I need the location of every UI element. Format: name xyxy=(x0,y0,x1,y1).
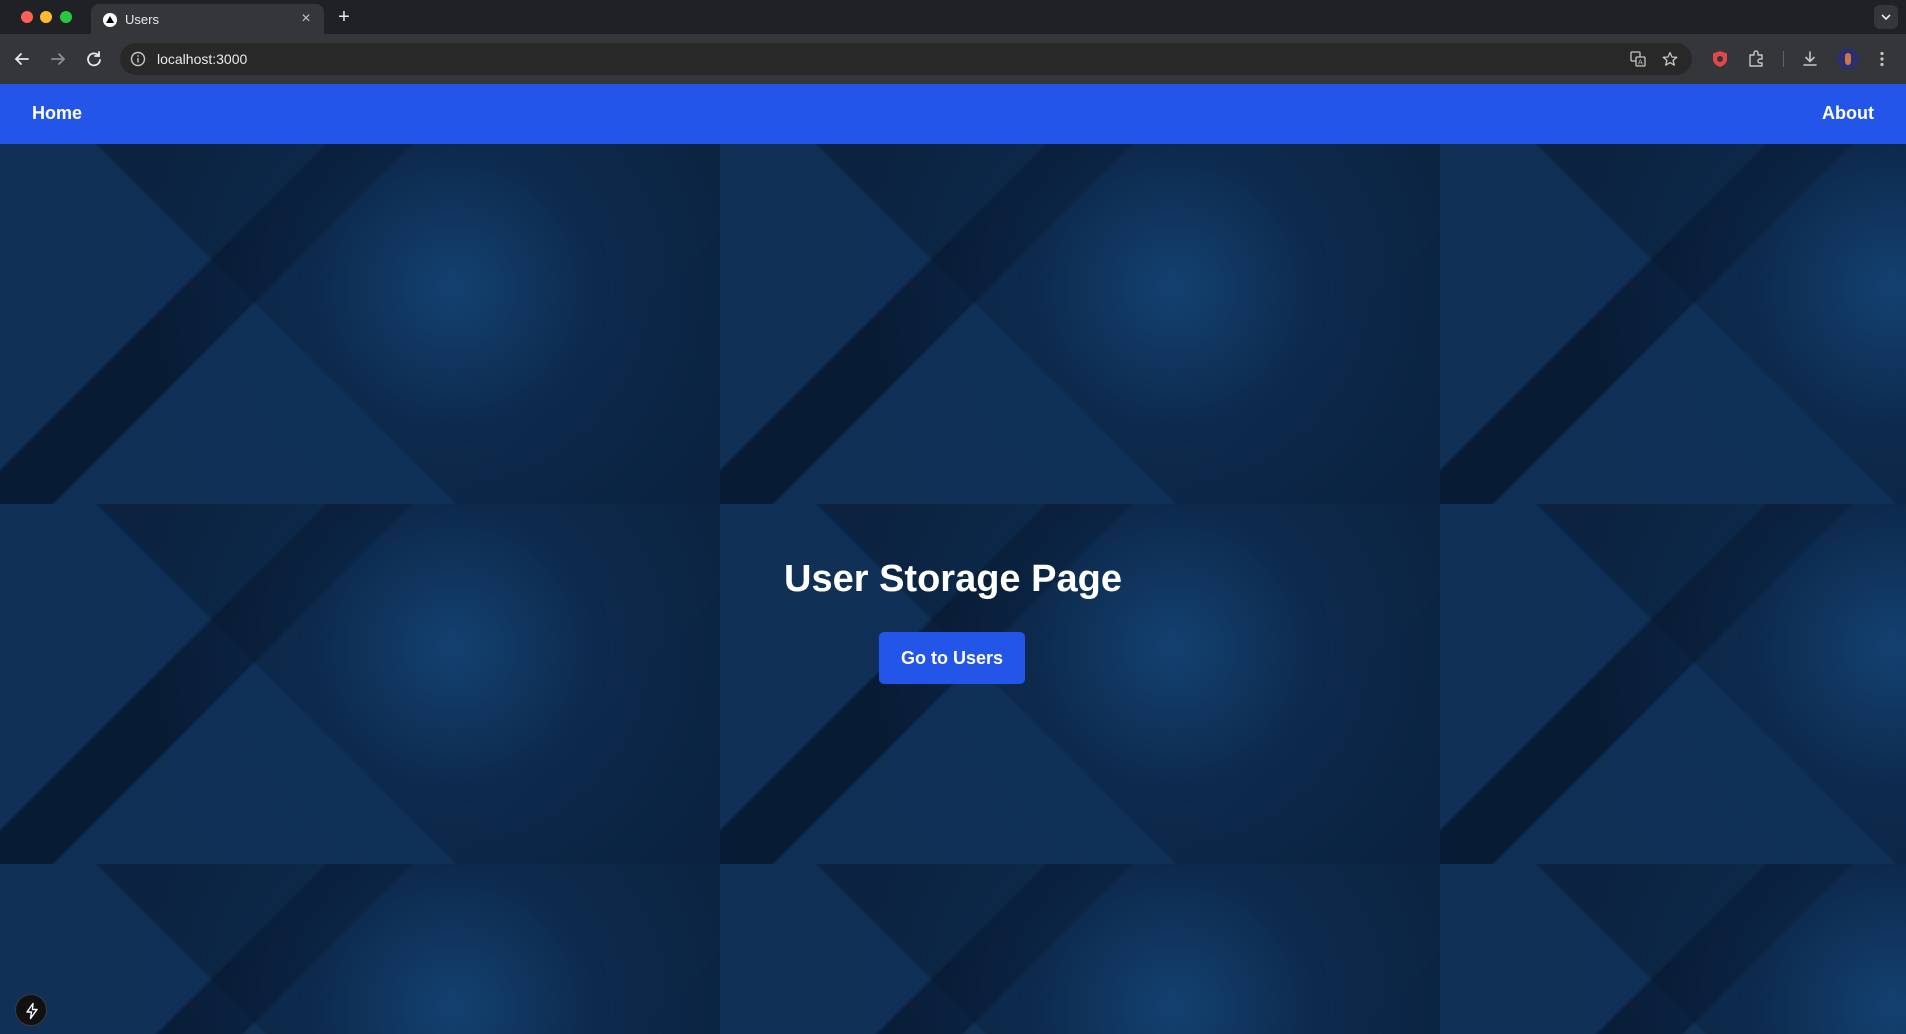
window-maximize-button[interactable] xyxy=(60,11,72,23)
kebab-menu-icon[interactable] xyxy=(1872,49,1892,69)
dev-tools-indicator[interactable] xyxy=(15,994,47,1026)
chevron-down-icon xyxy=(1881,14,1891,21)
download-icon[interactable] xyxy=(1800,49,1820,69)
new-tab-button[interactable]: + xyxy=(332,5,356,29)
shield-icon[interactable] xyxy=(1710,49,1730,69)
arrow-left-icon xyxy=(14,53,29,65)
lightning-icon xyxy=(26,1002,38,1020)
url-text: localhost:3000 xyxy=(157,51,248,67)
forward-button[interactable] xyxy=(46,47,70,71)
favicon-icon xyxy=(103,13,117,27)
page-title: User Storage Page xyxy=(784,558,1122,600)
nav-link-home[interactable]: Home xyxy=(32,103,82,124)
star-icon[interactable] xyxy=(1662,51,1678,67)
tab-close-icon[interactable]: × xyxy=(296,9,316,29)
hero-section: User Storage Page Go to Users xyxy=(0,144,1906,1034)
nav-link-about[interactable]: About xyxy=(1822,103,1874,124)
browser-tab-active[interactable]: Users × xyxy=(91,4,324,34)
arrow-right-icon xyxy=(51,53,66,65)
top-navbar: Home About xyxy=(0,84,1906,144)
back-button[interactable] xyxy=(10,47,34,71)
tab-title: Users xyxy=(125,12,159,27)
page-viewport: Home About User Storage Page Go to Users xyxy=(0,84,1906,1034)
svg-text:A: A xyxy=(1638,59,1643,67)
tab-search-button[interactable] xyxy=(1874,5,1898,29)
browser-toolbar: localhost:3000 A xyxy=(0,34,1906,84)
puzzle-icon[interactable] xyxy=(1746,49,1766,69)
info-icon[interactable] xyxy=(130,51,146,67)
profile-avatar[interactable] xyxy=(1837,48,1859,70)
translate-icon[interactable]: A xyxy=(1630,51,1646,67)
go-to-users-button[interactable]: Go to Users xyxy=(879,632,1025,684)
browser-tab-strip: Users × + xyxy=(0,0,1906,34)
reload-button[interactable] xyxy=(82,47,106,71)
reload-icon xyxy=(87,51,101,67)
window-close-button[interactable] xyxy=(21,11,33,23)
toolbar-separator xyxy=(1783,51,1784,67)
window-minimize-button[interactable] xyxy=(40,11,52,23)
address-bar[interactable]: localhost:3000 A xyxy=(120,43,1692,75)
